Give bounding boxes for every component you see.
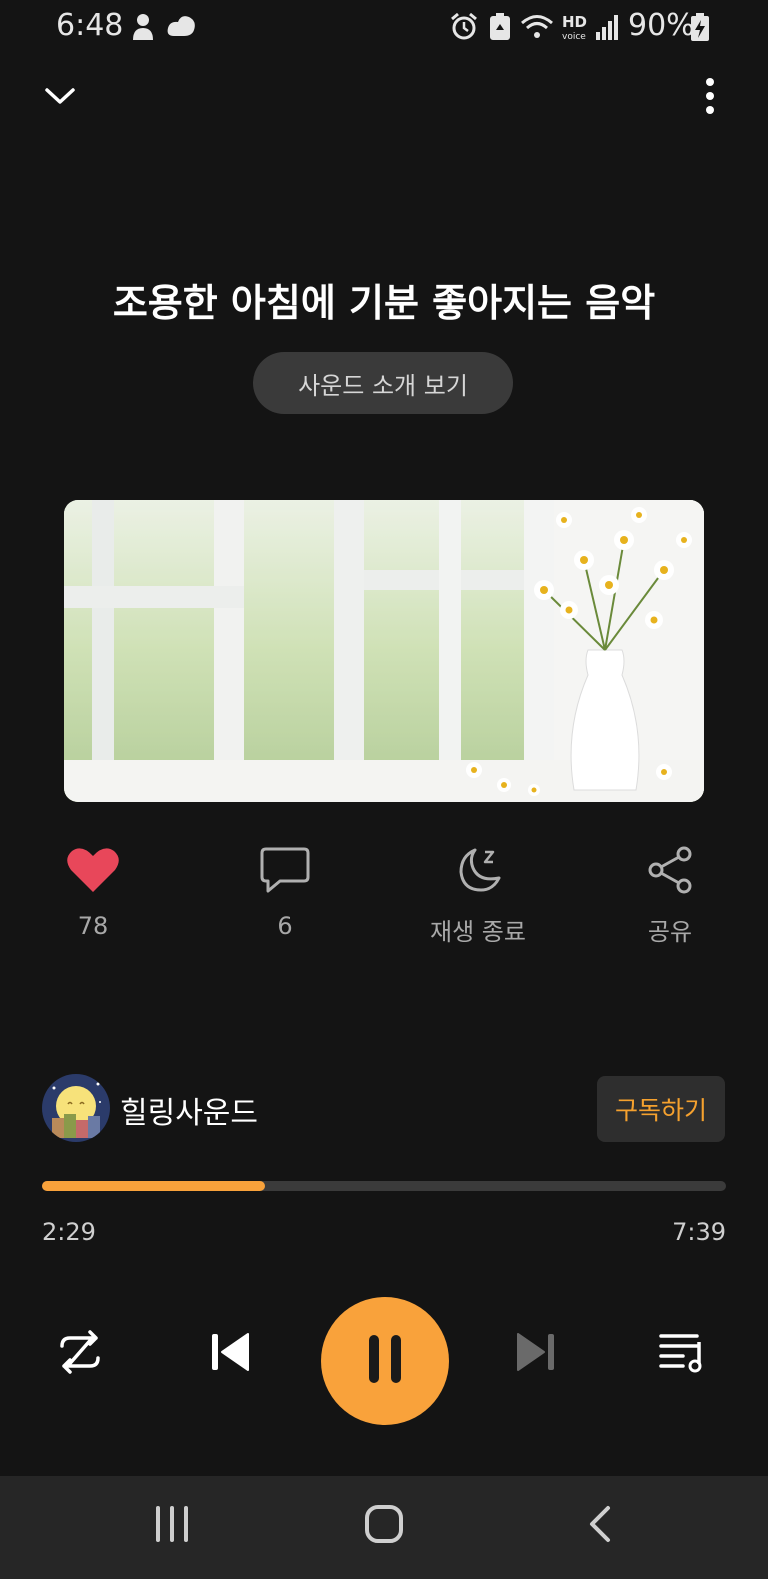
more-vertical-icon (705, 78, 715, 118)
track-artwork (64, 500, 704, 802)
status-bar: 6:48 HD voice 90% (0, 0, 768, 56)
heart-icon (66, 846, 120, 898)
moon-sleep-icon (453, 846, 503, 898)
signal-icon (594, 12, 620, 46)
share-action[interactable]: 공유 (610, 846, 730, 947)
channel-name[interactable]: 힐링사운드 (120, 1088, 258, 1132)
skip-next-icon (514, 1330, 558, 1378)
comment-icon (260, 846, 310, 898)
comment-count: 6 (277, 912, 293, 940)
channel-avatar[interactable] (42, 1074, 110, 1142)
battery-text: 90% (628, 8, 695, 43)
wifi-icon (520, 12, 554, 46)
home-button[interactable] (354, 1496, 414, 1556)
status-time: 6:48 (56, 8, 124, 43)
cloud-icon (166, 12, 198, 46)
like-count: 78 (77, 912, 109, 940)
battery-charging-icon (690, 12, 710, 46)
elapsed-time: 2:29 (42, 1218, 96, 1246)
user-icon (130, 12, 156, 46)
share-icon (646, 846, 694, 898)
recycle-icon (488, 12, 512, 46)
pause-icon (365, 1333, 405, 1389)
repeat-button[interactable] (52, 1326, 108, 1382)
chevron-down-icon (44, 86, 76, 110)
recent-apps-icon (154, 1504, 190, 1548)
comment-action[interactable]: 6 (225, 846, 345, 940)
back-icon (586, 1504, 614, 1548)
sleep-timer-label: 재생 종료 (430, 918, 526, 946)
collapse-button[interactable] (40, 78, 80, 118)
system-nav-bar (0, 1476, 768, 1579)
recent-apps-button[interactable] (142, 1496, 202, 1556)
svg-text:HD: HD (562, 13, 587, 31)
playlist-icon (657, 1330, 707, 1378)
home-icon (364, 1504, 404, 1548)
sound-intro-button[interactable]: 사운드 소개 보기 (253, 352, 513, 414)
more-options-button[interactable] (690, 78, 730, 118)
previous-button[interactable] (202, 1326, 258, 1382)
share-label: 공유 (647, 918, 693, 946)
progress-fill (42, 1181, 265, 1191)
progress-bar[interactable] (42, 1181, 726, 1191)
next-button[interactable] (508, 1326, 564, 1382)
track-title: 조용한 아침에 기분 좋아지는 음악 (112, 281, 656, 325)
svg-text:voice: voice (562, 32, 586, 42)
skip-previous-icon (208, 1330, 252, 1378)
alarm-icon (450, 12, 478, 46)
subscribe-button[interactable]: 구독하기 (597, 1076, 725, 1142)
repeat-icon (56, 1328, 104, 1380)
hd-voice-icon: HD voice (560, 12, 590, 46)
like-action[interactable]: 78 (33, 846, 153, 940)
playlist-button[interactable] (654, 1326, 710, 1382)
pause-button[interactable] (321, 1297, 449, 1425)
total-time: 7:39 (672, 1218, 726, 1246)
sleep-timer-action[interactable]: 재생 종료 (418, 846, 538, 947)
back-button[interactable] (570, 1496, 630, 1556)
